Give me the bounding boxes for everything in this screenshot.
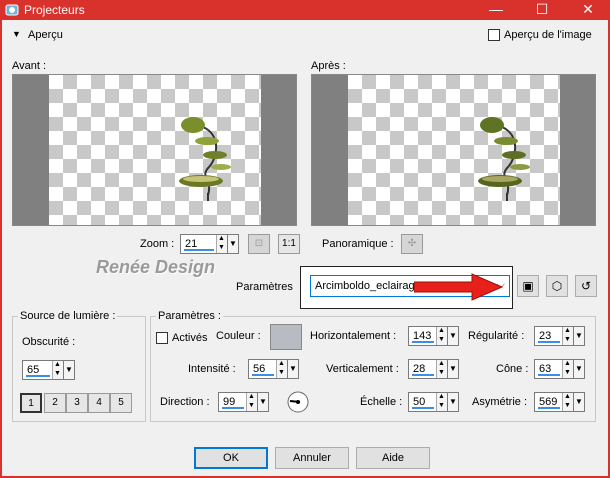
zoom-arrows[interactable]: ▲ ▼	[216, 235, 227, 253]
direction-dial-icon[interactable]	[286, 390, 310, 414]
scale-dropdown-icon[interactable]: ▼	[447, 392, 459, 412]
cone-arrows[interactable]: ▲ ▼	[562, 360, 573, 378]
cone-underline	[538, 374, 560, 376]
direction-dropdown-icon[interactable]: ▼	[257, 392, 269, 412]
collapse-icon[interactable]: ▼	[12, 29, 21, 39]
direction-label: Direction :	[160, 396, 210, 408]
parameters-title: Paramètres :	[156, 310, 223, 322]
preview-toggle-label[interactable]: Aperçu	[28, 29, 63, 41]
intensity-stepper[interactable]: 56 ▲ ▼ ▼	[248, 359, 299, 379]
regularity-underline	[538, 341, 560, 343]
reset-icon[interactable]: ↺	[575, 275, 597, 297]
vertical-label: Verticalement :	[326, 363, 399, 375]
save-preset-icon[interactable]: ▣	[517, 275, 539, 297]
horizontal-underline	[412, 341, 434, 343]
presets-label: Paramètres	[236, 281, 293, 293]
direction-underline	[222, 407, 244, 409]
image-preview-label: Aperçu de l'image	[504, 29, 592, 41]
horizontal-label: Horizontalement :	[310, 330, 397, 342]
light-4-button[interactable]: 4	[88, 393, 110, 413]
scale-stepper[interactable]: 50 ▲ ▼ ▼	[408, 392, 459, 412]
darkness-underline	[26, 375, 50, 377]
zoom-stepper[interactable]: 21 ▲ ▼ ▼	[180, 234, 239, 254]
fountain-image-after	[478, 117, 530, 201]
light-5-label: 5	[118, 397, 124, 408]
regularity-label: Régularité :	[468, 330, 525, 342]
darkness-stepper[interactable]: 65 ▲ ▼ ▼	[22, 360, 75, 380]
light-2-label: 2	[52, 397, 58, 408]
darkness-label: Obscurité :	[22, 336, 76, 348]
light-2-button[interactable]: 2	[44, 393, 66, 413]
asymmetry-label: Asymétrie :	[472, 396, 528, 408]
horizontal-stepper[interactable]: 143 ▲ ▼ ▼	[408, 326, 459, 346]
darkness-arrows[interactable]: ▲ ▼	[52, 361, 63, 379]
window-title: Projecteurs	[24, 3, 85, 17]
zoom-actual-size-icon[interactable]: 1:1	[278, 234, 300, 254]
zoom-dropdown-icon[interactable]: ▼	[227, 234, 239, 254]
light-1-label: 1	[28, 398, 34, 409]
cone-stepper[interactable]: 63 ▲ ▼ ▼	[534, 359, 585, 379]
before-preview[interactable]	[12, 74, 297, 226]
minimize-button[interactable]: —	[478, 0, 514, 20]
light-3-button[interactable]: 3	[66, 393, 88, 413]
vertical-arrows[interactable]: ▲ ▼	[436, 360, 447, 378]
light-1-button[interactable]: 1	[20, 393, 42, 413]
zoom-label: Zoom :	[140, 238, 175, 250]
scale-label: Échelle :	[360, 396, 403, 408]
light-3-label: 3	[74, 397, 80, 408]
randomize-icon[interactable]: ⬡	[546, 275, 568, 297]
fountain-image-before	[179, 117, 231, 201]
zoom-fit-icon[interactable]: ⊡	[248, 234, 270, 254]
red-arrow-annotation	[414, 273, 504, 301]
image-preview-checkbox[interactable]	[488, 29, 500, 41]
regularity-arrows[interactable]: ▲ ▼	[562, 327, 573, 345]
cancel-button[interactable]: Annuler	[275, 447, 349, 469]
horizontal-dropdown-icon[interactable]: ▼	[447, 326, 459, 346]
cone-dropdown-icon[interactable]: ▼	[573, 359, 585, 379]
intensity-dropdown-icon[interactable]: ▼	[287, 359, 299, 379]
title-bar[interactable]: Projecteurs — ☐ ✕	[0, 0, 610, 20]
intensity-arrows[interactable]: ▲ ▼	[276, 360, 287, 378]
asymmetry-dropdown-icon[interactable]: ▼	[573, 392, 585, 412]
light-5-button[interactable]: 5	[110, 393, 132, 413]
color-label: Couleur :	[216, 330, 261, 342]
darkness-dropdown-icon[interactable]: ▼	[63, 360, 75, 380]
zoom-underline	[184, 249, 214, 251]
pan-label: Panoramique :	[322, 238, 394, 250]
enabled-label: Activés	[172, 332, 208, 344]
regularity-dropdown-icon[interactable]: ▼	[573, 326, 585, 346]
help-button[interactable]: Aide	[356, 447, 430, 469]
watermark-logo: Renée Design	[96, 257, 216, 277]
asymmetry-arrows[interactable]: ▲ ▼	[562, 393, 573, 411]
maximize-button[interactable]: ☐	[524, 0, 560, 20]
direction-arrows[interactable]: ▲ ▼	[246, 393, 257, 411]
light-4-label: 4	[96, 397, 102, 408]
presets-value: Arcimboldo_eclairage	[315, 280, 421, 292]
app-icon	[5, 4, 19, 16]
pan-icon[interactable]: ✣	[401, 234, 423, 254]
after-preview	[311, 74, 596, 226]
color-swatch[interactable]	[270, 324, 302, 350]
scale-arrows[interactable]: ▲ ▼	[436, 393, 447, 411]
intensity-underline	[252, 374, 274, 376]
scale-underline	[412, 407, 434, 409]
ok-button[interactable]: OK	[194, 447, 268, 469]
direction-stepper[interactable]: 99 ▲ ▼ ▼	[218, 392, 269, 412]
before-label: Avant :	[12, 60, 47, 72]
after-label: Après :	[311, 60, 346, 72]
light-source-title: Source de lumière :	[18, 310, 118, 322]
horizontal-arrows[interactable]: ▲ ▼	[436, 327, 447, 345]
vertical-stepper[interactable]: 28 ▲ ▼ ▼	[408, 359, 459, 379]
vertical-underline	[412, 374, 434, 376]
vertical-dropdown-icon[interactable]: ▼	[447, 359, 459, 379]
enabled-checkbox[interactable]	[156, 332, 168, 344]
regularity-stepper[interactable]: 23 ▲ ▼ ▼	[534, 326, 585, 346]
close-button[interactable]: ✕	[570, 0, 606, 20]
cone-label: Cône :	[496, 363, 529, 375]
asymmetry-stepper[interactable]: 569 ▲ ▼ ▼	[534, 392, 585, 412]
asymmetry-underline	[538, 407, 560, 409]
intensity-label: Intensité :	[188, 363, 236, 375]
